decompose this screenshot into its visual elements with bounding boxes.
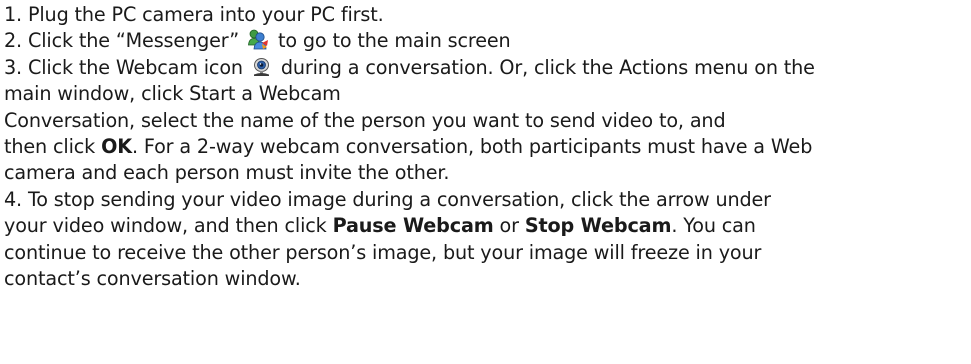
step-3-line-2-text: main window, click Start a Webcam: [4, 82, 341, 106]
step-3-line-4-after: . For a 2-way webcam conversation, both …: [131, 134, 813, 158]
step-4-line-4: contact’s conversation window.: [4, 266, 970, 292]
step-3-line-3-text: Conversation, select the name of the per…: [4, 108, 726, 132]
step-3-line-2: main window, click Start a Webcam: [4, 81, 970, 107]
step-4-line-3: continue to receive the other person’s i…: [4, 240, 970, 266]
step-2-text-after: to go to the main screen: [272, 29, 511, 53]
step-4-line-4-text: contact’s conversation window.: [4, 266, 301, 290]
step-4-line-1-text: 4. To stop sending your video image duri…: [4, 187, 771, 211]
messenger-buddies-icon: [247, 28, 269, 50]
instructions-document: 1. Plug the PC camera into your PC first…: [4, 2, 970, 292]
webcam-icon: [251, 57, 272, 77]
step-3-text-before: 3. Click the Webcam icon: [4, 55, 249, 79]
step-3-line-4: then click OK. For a 2-way webcam conver…: [4, 134, 970, 160]
ok-label: OK: [101, 134, 132, 158]
step-1: 1. Plug the PC camera into your PC first…: [4, 2, 970, 28]
step-4-line-3-text: continue to receive the other person’s i…: [4, 240, 762, 264]
step-3-line-5: camera and each person must invite the o…: [4, 160, 970, 186]
step-2-text-before: 2. Click the “Messenger”: [4, 29, 246, 53]
step-3-line-4-before: then click: [4, 134, 102, 158]
step-4-line-2: your video window, and then click Pause …: [4, 213, 970, 239]
pause-webcam-label: Pause Webcam: [332, 214, 494, 238]
step-4-line-2-after: . You can: [671, 214, 756, 238]
step-3-line-1: 3. Click the Webcam icon during a conver…: [4, 55, 970, 81]
step-3-line-3: Conversation, select the name of the per…: [4, 108, 970, 134]
step-3-text-after: during a conversation. Or, click the Act…: [274, 55, 815, 79]
step-4-line-1: 4. To stop sending your video image duri…: [4, 187, 970, 213]
step-2: 2. Click the “Messenger” to go to the ma…: [4, 28, 970, 54]
step-3-line-5-text: camera and each person must invite the o…: [4, 161, 450, 185]
stop-webcam-label: Stop Webcam: [524, 214, 672, 238]
step-4-line-2-before: your video window, and then click: [4, 214, 333, 238]
step-4-line-2-mid: or: [493, 214, 525, 238]
step-1-text: 1. Plug the PC camera into your PC first…: [4, 3, 384, 26]
